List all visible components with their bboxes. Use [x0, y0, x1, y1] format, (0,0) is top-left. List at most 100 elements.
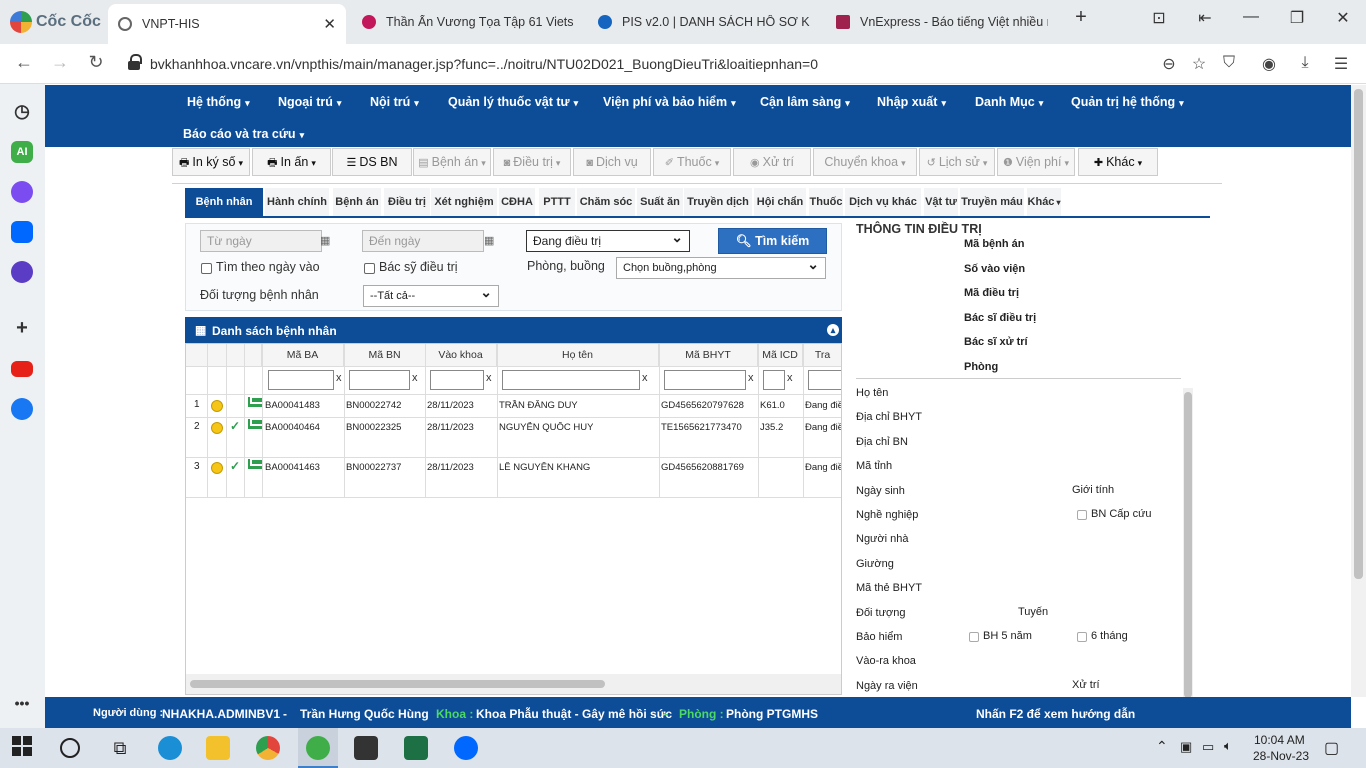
clear-filter-icon[interactable]: x: [486, 372, 492, 384]
toolbar-button-3[interactable]: ▤ Bệnh án ▾: [413, 148, 491, 176]
notification-icon[interactable]: ▢: [1324, 738, 1339, 758]
maximize-icon[interactable]: ❐: [1282, 8, 1312, 28]
toolbar-button-1[interactable]: 🖶 In ấn ▾: [252, 148, 331, 176]
menu-item[interactable]: Nhập xuất ▾: [877, 95, 946, 109]
bookmark-star-icon[interactable]: ☆: [1188, 54, 1210, 74]
chrome-icon[interactable]: [256, 736, 280, 760]
tab-9[interactable]: Truyền dịch: [684, 188, 752, 216]
menu-item[interactable]: Nội trú ▾: [370, 95, 419, 109]
column-filter-input[interactable]: [268, 370, 334, 390]
status-select[interactable]: Đang điều trị: [526, 227, 690, 252]
menu-item[interactable]: Báo cáo và tra cứu ▾: [183, 127, 304, 141]
column-header[interactable]: Mã ICD: [758, 344, 803, 366]
search-circle-icon[interactable]: [60, 738, 80, 758]
zoom-icon[interactable]: ⊖: [1158, 54, 1180, 74]
facebook-icon[interactable]: [11, 398, 33, 420]
column-filter-input[interactable]: [430, 370, 484, 390]
excel-icon[interactable]: [404, 736, 428, 760]
back-history-icon[interactable]: ⇤: [1190, 8, 1220, 28]
search-button[interactable]: 🔍︎ Tìm kiếm: [718, 228, 827, 254]
zalo-icon[interactable]: [11, 221, 33, 243]
column-header[interactable]: Mã BA: [262, 344, 344, 366]
to-date-input[interactable]: Đến ngày: [362, 230, 484, 252]
download-icon[interactable]: ⤓: [1294, 54, 1316, 72]
table-row[interactable]: 2 ✓ BA00040464 BN00022325 28/11/2023 NGUYỄN Q…: [186, 417, 841, 457]
table-row[interactable]: 1 BA00041483 BN00022742 28/11/2023 TRẦN ĐĂNG…: [186, 395, 841, 417]
history-icon[interactable]: ◷: [11, 100, 33, 122]
tab-vnexpress[interactable]: VnExpress - Báo tiếng Việt nhiều ngư: [826, 6, 1058, 38]
toolbar-button-6[interactable]: ✐ Thuốc ▾: [653, 148, 731, 176]
column-filter-input[interactable]: [349, 370, 410, 390]
page-scrollbar[interactable]: [1351, 85, 1366, 697]
tab-6[interactable]: PTTT: [539, 188, 575, 216]
tab-14[interactable]: Truyền máu: [960, 188, 1024, 216]
six-month-checkbox[interactable]: [1077, 632, 1087, 642]
clear-filter-icon[interactable]: x: [336, 372, 342, 384]
browser-menu-icon[interactable]: ☰: [1330, 54, 1352, 74]
add-sidebar-icon[interactable]: +: [11, 317, 33, 339]
emergency-checkbox[interactable]: [1077, 510, 1087, 520]
windows-start-icon[interactable]: [12, 736, 36, 760]
messenger-icon[interactable]: [11, 181, 33, 203]
tab-2[interactable]: Bệnh án: [333, 188, 381, 216]
zalo-taskbar-icon[interactable]: [454, 736, 478, 760]
clock-time[interactable]: 10:04 AM: [1254, 733, 1305, 747]
ai-icon[interactable]: AI: [11, 141, 33, 163]
from-date-input[interactable]: Từ ngày: [200, 230, 322, 252]
more-icon[interactable]: •••: [11, 692, 33, 714]
profile-icon[interactable]: ◉: [1258, 54, 1280, 74]
menu-item[interactable]: Ngoại trú ▾: [278, 95, 341, 109]
tab-4[interactable]: Xét nghiệm: [431, 188, 497, 216]
task-view-icon[interactable]: ⧉: [108, 736, 132, 760]
tab-12[interactable]: Dịch vụ khác: [845, 188, 921, 216]
doctor-checkbox[interactable]: [364, 263, 375, 274]
forward-icon[interactable]: →: [48, 52, 72, 73]
menu-item[interactable]: Hệ thống ▾: [187, 95, 250, 109]
menu-item[interactable]: Quản lý thuốc vật tư ▾: [448, 95, 578, 109]
bh5-checkbox[interactable]: [969, 632, 979, 642]
column-filter-input[interactable]: [664, 370, 746, 390]
menu-item[interactable]: Danh Mục ▾: [975, 95, 1043, 109]
tab-pis[interactable]: PIS v2.0 | DANH SÁCH HỒ SƠ KHÁM: [588, 6, 820, 38]
file-explorer-icon[interactable]: [206, 736, 230, 760]
game-icon[interactable]: [354, 736, 378, 760]
column-filter-input[interactable]: [808, 370, 841, 390]
clock-date[interactable]: 28-Nov-23: [1253, 749, 1309, 763]
menu-item[interactable]: Cận lâm sàng ▾: [760, 95, 850, 109]
tab-11[interactable]: Thuốc: [809, 188, 843, 216]
back-icon[interactable]: ←: [12, 52, 36, 73]
menu-item[interactable]: Quản trị hệ thống ▾: [1071, 95, 1184, 109]
tab-1[interactable]: Hành chính: [265, 188, 329, 216]
tab-5[interactable]: CĐHA: [499, 188, 535, 216]
url-text[interactable]: bvkhanhhoa.vncare.vn/vnpthis/main/manage…: [150, 56, 818, 72]
column-header[interactable]: Tra: [803, 344, 841, 366]
volume-icon[interactable]: 🔈︎: [1224, 738, 1232, 754]
tab-than-an[interactable]: Thần Ấn Vương Tọa Tập 61 Vietsub: [352, 6, 584, 38]
clear-filter-icon[interactable]: x: [412, 372, 418, 384]
toolbar-button-11[interactable]: ✚ Khác ▾: [1078, 148, 1158, 176]
tab-15[interactable]: Khác ▾: [1027, 188, 1061, 216]
search-q-icon[interactable]: [11, 261, 33, 283]
toolbar-button-7[interactable]: ◉ Xử trí: [733, 148, 811, 176]
tab-8[interactable]: Suất ăn: [637, 188, 683, 216]
minimize-icon[interactable]: —: [1236, 8, 1266, 26]
tab-3[interactable]: Điều trị: [384, 188, 430, 216]
shield-icon[interactable]: ⛉: [1218, 54, 1240, 72]
column-header[interactable]: Mã BN: [344, 344, 426, 366]
tab-vnpt-his[interactable]: VNPT-HIS ✕: [108, 4, 346, 44]
calendar-icon[interactable]: ▦: [320, 234, 330, 247]
tray-device-icon[interactable]: ▣: [1180, 739, 1192, 755]
table-row[interactable]: 3 ✓ BA00041463 BN00022737 28/11/2023 LÊ NGUYÊ…: [186, 457, 841, 497]
toolbar-button-9[interactable]: ↺ Lịch sử ▾: [919, 148, 995, 176]
toolbar-button-5[interactable]: ◙ Dịch vụ: [573, 148, 651, 176]
coccoc-taskbar-active[interactable]: [298, 728, 338, 768]
panel-scrollbar[interactable]: [1183, 388, 1193, 697]
clear-filter-icon[interactable]: x: [748, 372, 754, 384]
youtube-icon[interactable]: [11, 361, 33, 377]
column-header[interactable]: Mã BHYT: [659, 344, 758, 366]
menu-item[interactable]: Viện phí và bảo hiểm ▾: [603, 95, 736, 109]
tab-0[interactable]: Bệnh nhân: [185, 188, 263, 216]
search-by-admit-checkbox[interactable]: [201, 263, 212, 274]
toolbar-button-0[interactable]: 🖶 In ký số ▾: [172, 148, 250, 176]
calendar-icon[interactable]: ▦: [484, 234, 494, 247]
